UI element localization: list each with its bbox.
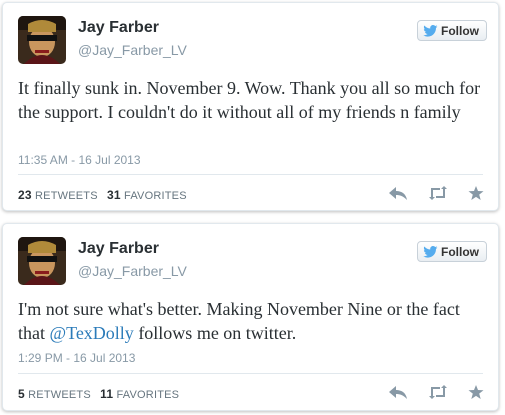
tweet-actions xyxy=(388,384,484,400)
tweet-timestamp[interactable]: 11:35 AM - 16 Jul 2013 xyxy=(18,153,141,167)
reply-icon[interactable] xyxy=(388,185,408,201)
avatar-image xyxy=(18,16,66,64)
favorite-icon[interactable] xyxy=(468,185,484,201)
divider xyxy=(18,174,483,175)
retweet-count[interactable]: 23 xyxy=(18,188,32,202)
reply-icon[interactable] xyxy=(388,384,408,400)
retweets-label: RETWEETS xyxy=(35,190,98,202)
follow-button[interactable]: Follow xyxy=(417,20,487,41)
twitter-bird-icon xyxy=(423,24,438,37)
user-name[interactable]: Jay Farber xyxy=(78,19,159,37)
user-handle[interactable]: @Jay_Farber_LV xyxy=(78,263,187,279)
avatar[interactable] xyxy=(18,237,66,285)
tweet-timestamp[interactable]: 1:29 PM - 16 Jul 2013 xyxy=(18,351,135,365)
tweet-stats: 5 RETWEETS 11 FAVORITES xyxy=(18,387,179,401)
favorite-icon[interactable] xyxy=(468,384,484,400)
retweet-icon[interactable] xyxy=(428,384,448,400)
tweet-card: Jay Farber @Jay_Farber_LV Follow I'm not… xyxy=(2,223,499,411)
follow-button[interactable]: Follow xyxy=(417,241,487,262)
follow-label: Follow xyxy=(441,244,479,259)
tweet-text: I'm not sure what's better. Making Novem… xyxy=(18,297,484,345)
tweet-actions xyxy=(388,185,484,201)
user-name[interactable]: Jay Farber xyxy=(78,240,159,258)
tweet-card: Jay Farber @Jay_Farber_LV Follow It fina… xyxy=(2,2,499,211)
avatar[interactable] xyxy=(18,16,66,64)
favorite-count[interactable]: 11 xyxy=(100,387,113,401)
twitter-bird-icon xyxy=(423,245,438,258)
retweets-label: RETWEETS xyxy=(28,389,91,401)
divider xyxy=(18,373,483,374)
follow-label: Follow xyxy=(441,23,479,38)
retweet-count[interactable]: 5 xyxy=(18,387,25,401)
avatar-image xyxy=(18,237,66,285)
mention-link[interactable]: @TexDolly xyxy=(50,323,134,343)
tweet-stats: 23 RETWEETS 31 FAVORITES xyxy=(18,188,187,202)
favorites-label: FAVORITES xyxy=(124,190,187,202)
tweet-text: It finally sunk in. November 9. Wow. Tha… xyxy=(18,76,484,124)
retweet-icon[interactable] xyxy=(428,185,448,201)
tweet-text-part: follows me on twitter. xyxy=(133,323,297,343)
favorite-count[interactable]: 31 xyxy=(107,188,121,202)
favorites-label: FAVORITES xyxy=(116,389,180,401)
user-handle[interactable]: @Jay_Farber_LV xyxy=(78,42,187,58)
tweet-text-part: It finally sunk in. November 9. Wow. Tha… xyxy=(18,78,481,122)
